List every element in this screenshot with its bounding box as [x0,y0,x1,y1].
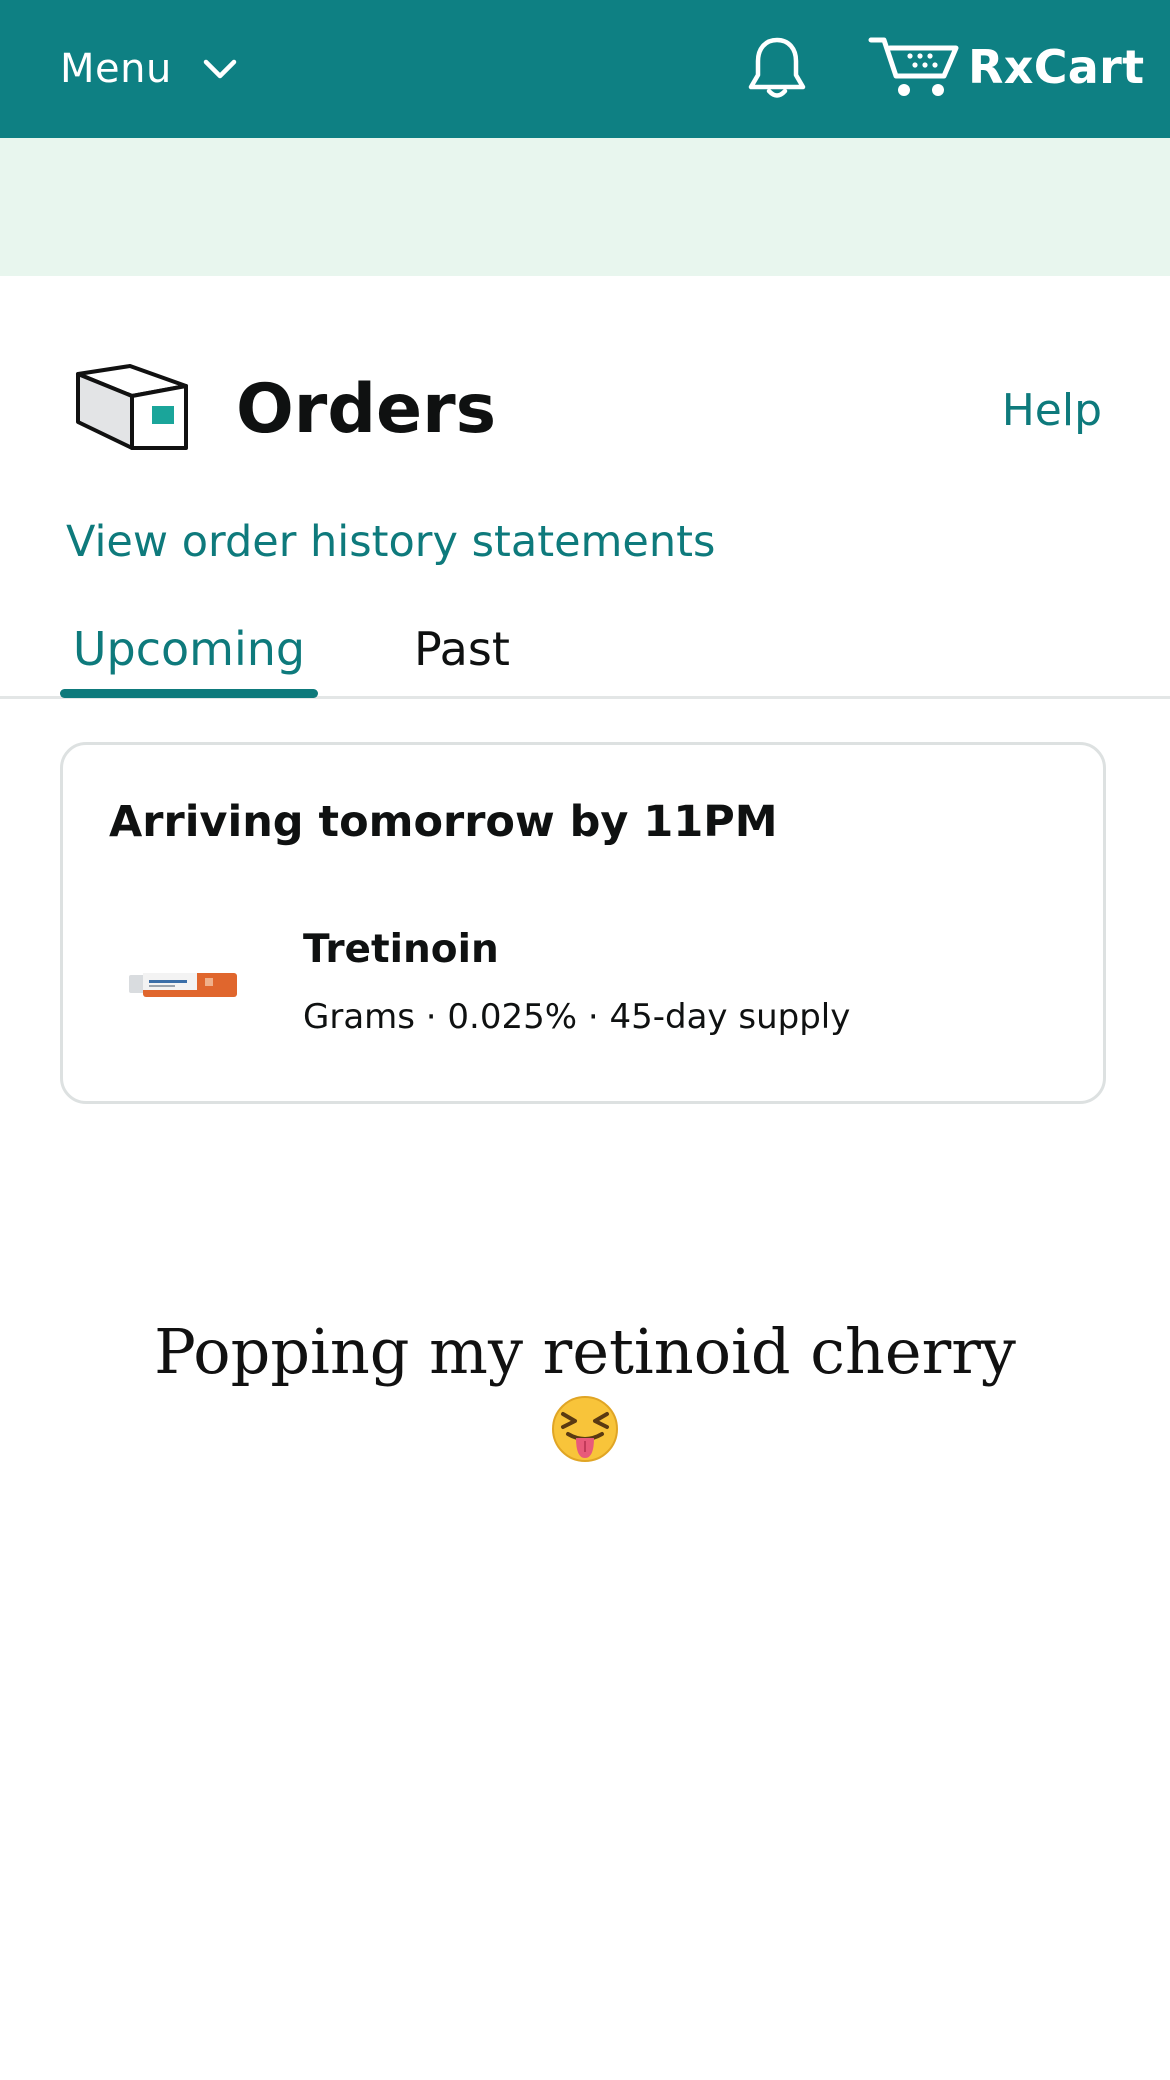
tab-past-label: Past [414,622,510,676]
help-link[interactable]: Help [1002,384,1102,438]
rxcart-button[interactable]: RxCart [868,32,1144,102]
cart-label: RxCart [968,40,1145,94]
product-name: Tretinoin [303,927,499,972]
menu-button[interactable]: Menu [60,38,238,100]
top-navigation-bar: Menu RxCart [0,0,1170,138]
package-box-icon [76,364,188,450]
order-history-statements-link[interactable]: View order history statements [66,514,715,570]
tab-upcoming[interactable]: Upcoming [60,614,318,698]
product-details: Grams · 0.025% · 45-day supply [303,997,851,1037]
product-image [129,973,237,997]
arrival-status: Arriving tomorrow by 11PM [109,797,778,847]
chevron-down-icon [203,59,237,79]
order-card[interactable]: Arriving tomorrow by 11PM Tretinoin Gram… [60,742,1106,1104]
squinting-face-with-tongue-icon [552,1396,618,1462]
menu-label: Menu [60,46,172,92]
tab-upcoming-label: Upcoming [72,622,306,676]
page-title: Orders [236,370,497,449]
bell-icon[interactable] [746,34,808,102]
tab-past[interactable]: Past [414,614,510,694]
caption-text: Popping my retinoid cherry [154,1315,1016,1388]
selected-tab-indicator [60,689,318,698]
cart-icon [868,37,959,96]
order-tabs: Upcoming Past [0,614,1170,699]
promo-banner [0,138,1170,276]
